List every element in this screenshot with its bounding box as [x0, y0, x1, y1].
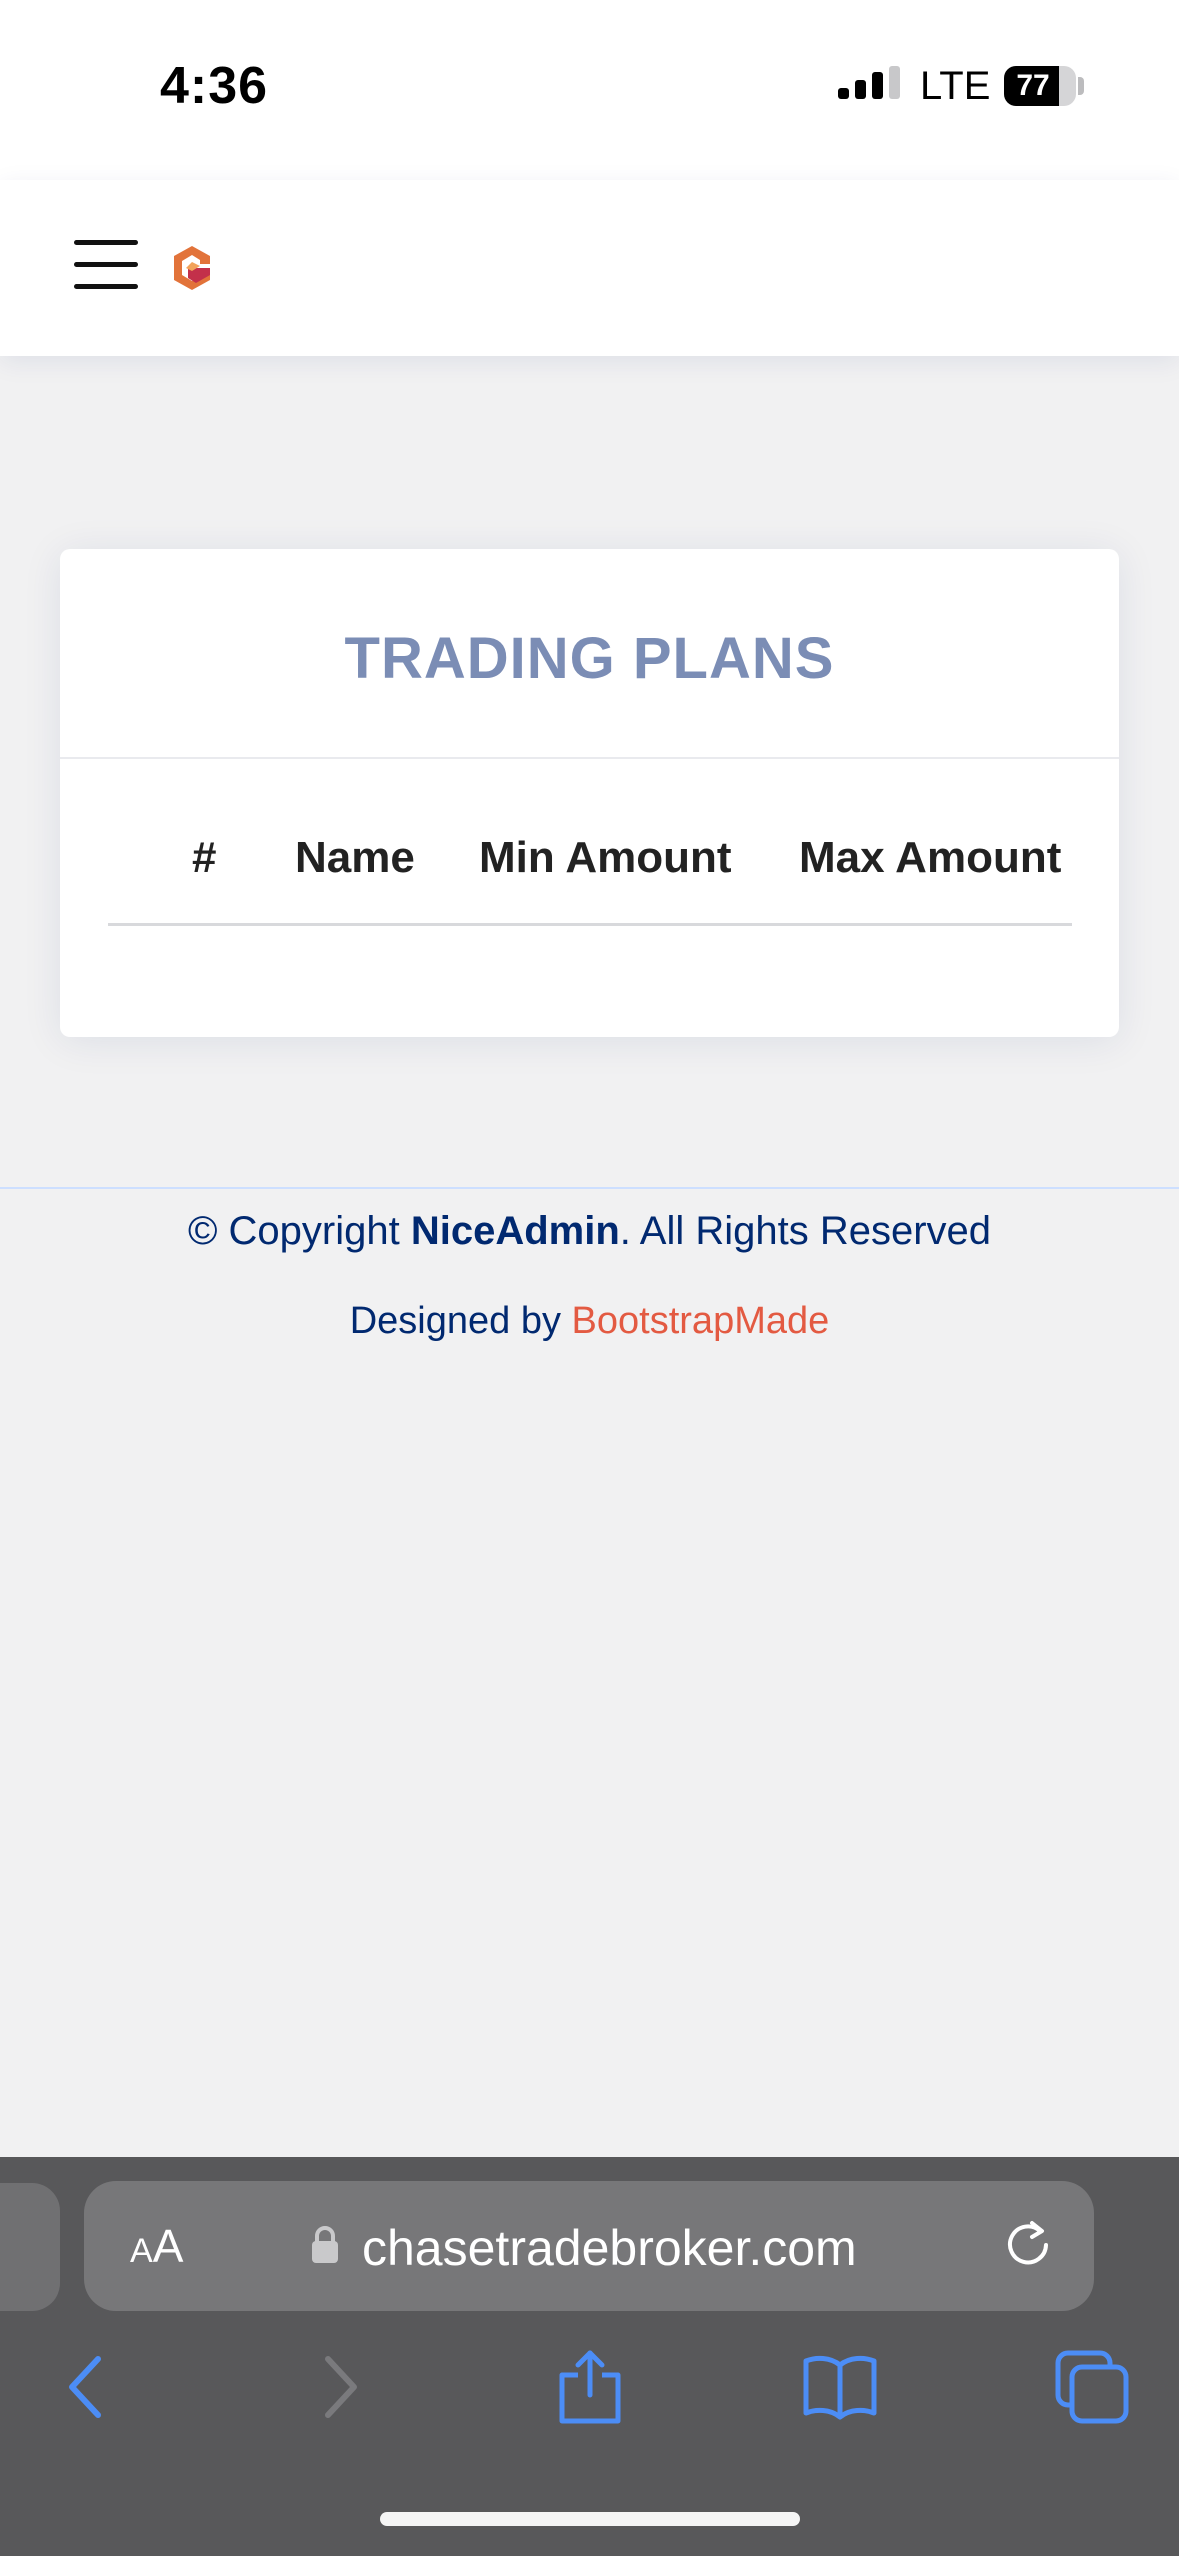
- column-header-name: Name: [295, 809, 479, 926]
- reload-icon[interactable]: [1000, 2217, 1056, 2273]
- hamburger-line: [74, 284, 138, 289]
- status-bar: 4:36 LTE 77: [0, 0, 1179, 180]
- footer-credits: Designed by BootstrapMade: [0, 1300, 1179, 1343]
- app-header: [0, 180, 1179, 356]
- table-header-row: # Name Min Amount Max Amount: [108, 809, 1072, 926]
- copyright-brand: NiceAdmin: [410, 1209, 620, 1253]
- tabs-icon[interactable]: [1052, 2347, 1132, 2427]
- forward-chevron-icon[interactable]: [300, 2347, 380, 2427]
- footer-copyright: © Copyright NiceAdmin. All Rights Reserv…: [0, 1209, 1179, 1254]
- copyright-prefix: © Copyright: [187, 1209, 411, 1253]
- back-chevron-icon[interactable]: [46, 2347, 126, 2427]
- lock-icon: [312, 2226, 338, 2263]
- text-size-small: A: [130, 2232, 153, 2270]
- browser-toolbar: AA chasetradebroker.com: [0, 2157, 1179, 2556]
- trading-plans-card: TRADING PLANS # Name Min Amount Max Amou…: [60, 549, 1119, 1037]
- copyright-suffix: . All Rights Reserved: [619, 1209, 992, 1253]
- previous-tab-preview[interactable]: [0, 2183, 60, 2311]
- battery-icon: 77: [1004, 66, 1076, 106]
- text-size-button[interactable]: AA: [130, 2219, 183, 2273]
- trading-plans-table: # Name Min Amount Max Amount: [108, 809, 1072, 926]
- column-header-max-amount: Max Amount: [799, 809, 1072, 926]
- hamburger-line: [74, 240, 138, 245]
- url-text[interactable]: chasetradebroker.com: [362, 2219, 857, 2277]
- network-type: LTE: [920, 64, 991, 108]
- hamburger-line: [74, 262, 138, 267]
- designer-link[interactable]: BootstrapMade: [572, 1300, 830, 1342]
- designed-by-label: Designed by: [349, 1300, 572, 1342]
- column-header-min-amount: Min Amount: [479, 809, 799, 926]
- hamburger-menu-button[interactable]: [70, 234, 142, 294]
- card-title: TRADING PLANS: [344, 626, 835, 691]
- share-icon[interactable]: [550, 2347, 630, 2427]
- battery-cap: [1078, 77, 1084, 95]
- bookmarks-icon[interactable]: [800, 2347, 880, 2427]
- column-header-index: #: [108, 809, 295, 926]
- battery-level: 77: [1016, 69, 1050, 102]
- status-time: 4:36: [160, 57, 269, 115]
- text-size-large: A: [152, 2220, 184, 2272]
- brand-logo-icon[interactable]: [170, 244, 214, 292]
- signal-strength-icon: [838, 66, 900, 99]
- card-divider: [60, 757, 1119, 759]
- home-indicator[interactable]: [380, 2512, 800, 2526]
- address-bar[interactable]: AA chasetradebroker.com: [84, 2181, 1094, 2311]
- footer: © Copyright NiceAdmin. All Rights Reserv…: [0, 1187, 1179, 1343]
